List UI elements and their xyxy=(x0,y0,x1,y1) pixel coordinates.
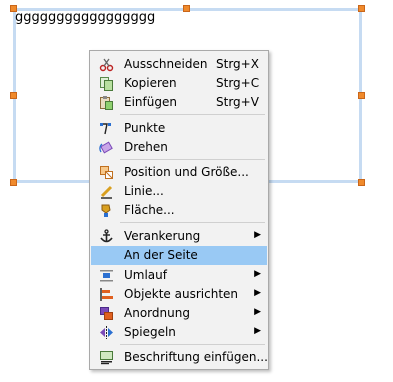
menu-item-label: Objekte ausrichten xyxy=(124,287,239,301)
resize-handle-top-middle[interactable] xyxy=(183,5,190,12)
menu-item-position-size[interactable]: Position und Größe... xyxy=(91,163,267,182)
resize-handle-top-left[interactable] xyxy=(10,5,17,12)
menu-separator xyxy=(120,159,265,160)
menu-item-copy[interactable]: Kopieren Strg+C xyxy=(91,74,267,93)
menu-separator xyxy=(120,222,265,223)
submenu-arrow-icon: ▶ xyxy=(254,326,261,336)
line-icon xyxy=(100,185,113,199)
menu-item-label: Spiegeln xyxy=(124,325,176,339)
paste-icon xyxy=(100,96,113,110)
menu-item-label: Einfügen xyxy=(124,95,177,109)
menu-item-label: An der Seite xyxy=(124,248,198,262)
position-size-icon xyxy=(100,166,113,179)
menu-item-anchor[interactable]: Verankerung ▶ xyxy=(91,227,267,246)
menu-item-paste[interactable]: Einfügen Strg+V xyxy=(91,93,267,112)
menu-item-rotate[interactable]: Drehen xyxy=(91,138,267,157)
copy-icon xyxy=(100,77,113,91)
menu-item-insert-caption[interactable]: Beschriftung einfügen... xyxy=(91,348,268,367)
submenu-arrow-icon: ▶ xyxy=(254,230,261,240)
menu-separator xyxy=(120,114,265,115)
menu-item-label: Beschriftung einfügen... xyxy=(124,350,268,364)
menu-item-label: Punkte xyxy=(124,121,166,135)
menu-item-flip[interactable]: Spiegeln ▶ xyxy=(91,323,267,342)
menu-item-label: Ausschneiden xyxy=(124,57,208,71)
menu-item-shortcut: Strg+V xyxy=(216,95,259,109)
menu-item-label: Position und Größe... xyxy=(124,165,249,179)
menu-item-area[interactable]: Fläche... xyxy=(91,201,267,220)
align-icon xyxy=(100,288,113,301)
caption-icon xyxy=(100,351,113,365)
submenu-arrow-icon: ▶ xyxy=(254,307,261,317)
resize-handle-bottom-left[interactable] xyxy=(10,179,17,186)
menu-item-label: Linie... xyxy=(124,184,164,198)
menu-item-arrange[interactable]: Anordnung ▶ xyxy=(91,304,267,323)
menu-item-anchor-to-page[interactable]: An der Seite xyxy=(91,246,267,265)
menu-separator xyxy=(120,344,265,345)
menu-item-label: Umlauf xyxy=(124,268,167,282)
rotate-icon xyxy=(99,141,113,154)
points-icon xyxy=(100,123,111,135)
flip-icon xyxy=(100,326,113,339)
anchor-icon xyxy=(100,229,113,243)
menu-item-label: Fläche... xyxy=(124,203,175,217)
resize-handle-middle-right[interactable] xyxy=(358,92,365,99)
area-icon xyxy=(101,204,111,217)
resize-handle-bottom-right[interactable] xyxy=(358,179,365,186)
scissors-icon xyxy=(99,58,114,72)
menu-item-wrap[interactable]: Umlauf ▶ xyxy=(91,266,267,285)
menu-item-line[interactable]: Linie... xyxy=(91,182,267,201)
arrange-icon xyxy=(100,307,113,320)
menu-item-shortcut: Strg+X xyxy=(216,57,259,71)
menu-item-label: Anordnung xyxy=(124,306,190,320)
submenu-arrow-icon: ▶ xyxy=(254,269,261,279)
menu-item-points[interactable]: Punkte xyxy=(91,119,267,138)
menu-item-label: Verankerung xyxy=(124,229,201,243)
menu-item-label: Drehen xyxy=(124,140,168,154)
submenu-arrow-icon: ▶ xyxy=(254,288,261,298)
context-menu: Ausschneiden Strg+X Kopieren Strg+C Einf… xyxy=(89,50,269,370)
menu-item-cut[interactable]: Ausschneiden Strg+X xyxy=(91,55,267,74)
text-frame-content[interactable]: ggggggggggggggggg xyxy=(15,10,155,25)
resize-handle-top-right[interactable] xyxy=(358,5,365,12)
menu-item-shortcut: Strg+C xyxy=(216,76,260,90)
menu-item-align-objects[interactable]: Objekte ausrichten ▶ xyxy=(91,285,267,304)
menu-item-label: Kopieren xyxy=(124,76,177,90)
resize-handle-middle-left[interactable] xyxy=(10,92,17,99)
wrap-icon xyxy=(100,270,113,282)
